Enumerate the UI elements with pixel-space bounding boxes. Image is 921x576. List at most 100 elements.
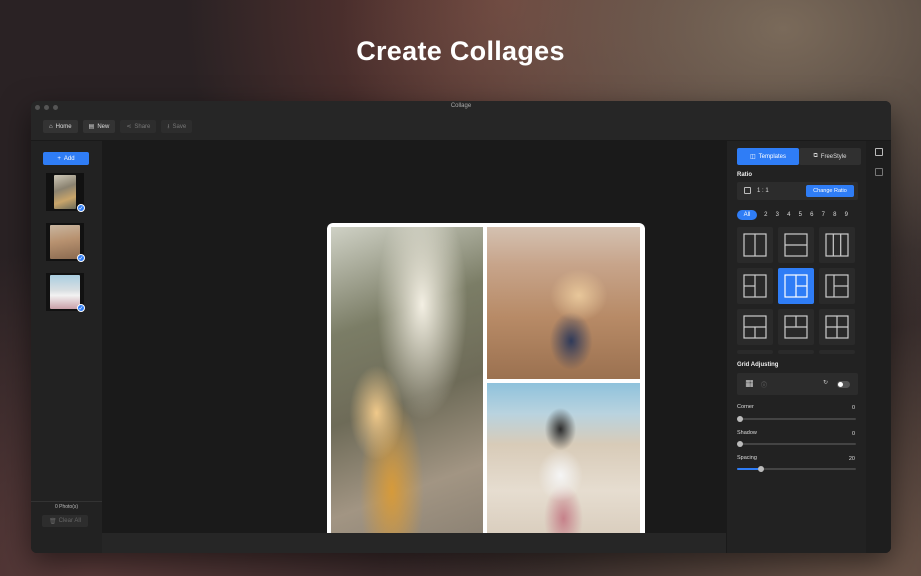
tab-templates[interactable]: ◫ Templates [737, 148, 799, 165]
check-icon[interactable]: ✓ [77, 254, 85, 262]
spacing-slider[interactable] [737, 466, 856, 472]
new-file-icon: ▤ [88, 124, 95, 130]
ratio-value: 1 : 1 [757, 188, 769, 194]
layout-icon [784, 274, 808, 298]
grid-icon[interactable]: ▦ [745, 378, 754, 389]
photo-preview [50, 275, 80, 309]
template-right-split-selected[interactable] [778, 268, 814, 304]
shadow-slider-knob[interactable] [737, 441, 743, 447]
grid-adjusting-control: ▦ ⓘ ↻ [737, 373, 858, 395]
status-bar [102, 533, 726, 553]
layout-icon [743, 274, 767, 298]
check-icon[interactable]: ✓ [77, 204, 85, 212]
add-button[interactable]: + Add [43, 152, 89, 165]
layout-panel-icon[interactable] [875, 148, 883, 156]
layout-icon [784, 233, 808, 257]
collage-cell-1[interactable] [331, 227, 483, 537]
template-bottom-split[interactable] [778, 309, 814, 345]
filter-5[interactable]: 5 [795, 212, 807, 218]
check-icon[interactable]: ✓ [77, 304, 85, 312]
corner-value: 0 [851, 405, 855, 411]
layout-icon [825, 315, 849, 339]
side-rail [866, 141, 891, 553]
grid-toggle[interactable] [837, 381, 850, 388]
template-partial[interactable] [778, 350, 814, 354]
template-left-split[interactable] [737, 268, 773, 304]
spacing-label: Spacing [737, 455, 757, 461]
hero-title: Create Collages [356, 36, 565, 66]
filter-all[interactable]: All [737, 210, 757, 220]
save-label: Save [172, 123, 187, 130]
filter-7[interactable]: 7 [818, 212, 830, 218]
plus-icon: + [57, 155, 61, 162]
filter-6[interactable]: 6 [806, 212, 818, 218]
photo-thumbnail[interactable]: ✓ [46, 223, 85, 262]
tab-freestyle[interactable]: ⧉ FreeStyle [799, 148, 861, 165]
share-button[interactable]: ⋖ Share [120, 120, 157, 133]
shadow-label: Shadow [737, 430, 757, 436]
new-label: New [97, 123, 110, 130]
home-icon: ⌂ [49, 123, 53, 130]
photo-count-filter: All 2 3 4 5 6 7 8 9 [737, 210, 852, 220]
share-icon: ⋖ [126, 124, 132, 130]
corner-slider-knob[interactable] [737, 416, 743, 422]
filter-3[interactable]: 3 [772, 212, 784, 218]
add-label: Add [63, 155, 75, 162]
template-right-split-alt[interactable] [819, 268, 855, 304]
layout-icon [825, 274, 849, 298]
template-three-columns[interactable] [819, 227, 855, 263]
app-window: Collage ⌂ Home ▤ New ⋖ Share ⭳ Save + Ad… [31, 101, 891, 553]
change-ratio-button[interactable]: Change Ratio [806, 185, 854, 197]
template-four-grid[interactable] [819, 309, 855, 345]
title-bar: Collage [31, 101, 891, 113]
toolbar: ⌂ Home ▤ New ⋖ Share ⭳ Save [31, 113, 891, 141]
collage-canvas[interactable] [102, 141, 726, 541]
reset-icon[interactable]: ↻ [823, 379, 828, 386]
home-button[interactable]: ⌂ Home [43, 120, 78, 133]
templates-label: Templates [758, 153, 787, 160]
template-partial[interactable] [819, 350, 855, 354]
template-two-rows[interactable] [778, 227, 814, 263]
save-button[interactable]: ⭳ Save [161, 120, 193, 133]
image-panel-icon[interactable] [875, 168, 883, 176]
collage-board[interactable] [327, 223, 645, 541]
photo-preview [54, 175, 76, 209]
photo-count: 0 Photo(s) [54, 504, 79, 510]
share-label: Share [134, 123, 151, 130]
photo-thumbnail[interactable]: ✓ [46, 273, 85, 312]
mode-tabs: ◫ Templates ⧉ FreeStyle [737, 148, 861, 165]
collage-cell-3[interactable] [487, 383, 640, 537]
filter-2[interactable]: 2 [760, 212, 772, 218]
filter-4[interactable]: 4 [783, 212, 795, 218]
templates-icon: ◫ [749, 154, 756, 160]
filter-8[interactable]: 8 [829, 212, 841, 218]
template-two-columns[interactable] [737, 227, 773, 263]
ratio-heading: Ratio [737, 172, 752, 178]
collage-cell-2[interactable] [487, 227, 640, 379]
divider [31, 501, 102, 502]
spacing-slider-knob[interactable] [757, 466, 764, 472]
window-title: Collage [450, 103, 472, 109]
layout-icon [784, 315, 808, 339]
clear-all-button[interactable]: 🗑 Clear All [42, 515, 88, 527]
freestyle-icon: ⧉ [813, 153, 818, 159]
help-icon[interactable]: ⓘ [761, 380, 767, 389]
home-label: Home [55, 123, 72, 130]
template-top-split[interactable] [737, 309, 773, 345]
corner-label: Corner [737, 404, 754, 410]
corner-slider[interactable] [737, 416, 856, 422]
clear-all-label: Clear All [58, 518, 81, 524]
ratio-control: 1 : 1 Change Ratio [737, 182, 858, 200]
photo-thumbnail[interactable]: ✓ [46, 173, 85, 212]
new-button[interactable]: ▤ New [82, 120, 116, 133]
layout-icon [743, 315, 767, 339]
template-partial[interactable] [737, 350, 773, 354]
shadow-slider[interactable] [737, 441, 856, 447]
grid-adjusting-heading: Grid Adjusting [737, 362, 779, 368]
save-icon: ⭳ [167, 123, 170, 130]
filter-9[interactable]: 9 [841, 212, 853, 218]
freestyle-label: FreeStyle [820, 153, 847, 160]
ratio-checkbox[interactable] [744, 187, 751, 194]
shadow-value: 0 [851, 431, 855, 437]
settings-panel: ◫ Templates ⧉ FreeStyle Ratio 1 : 1 Chan… [726, 141, 866, 553]
